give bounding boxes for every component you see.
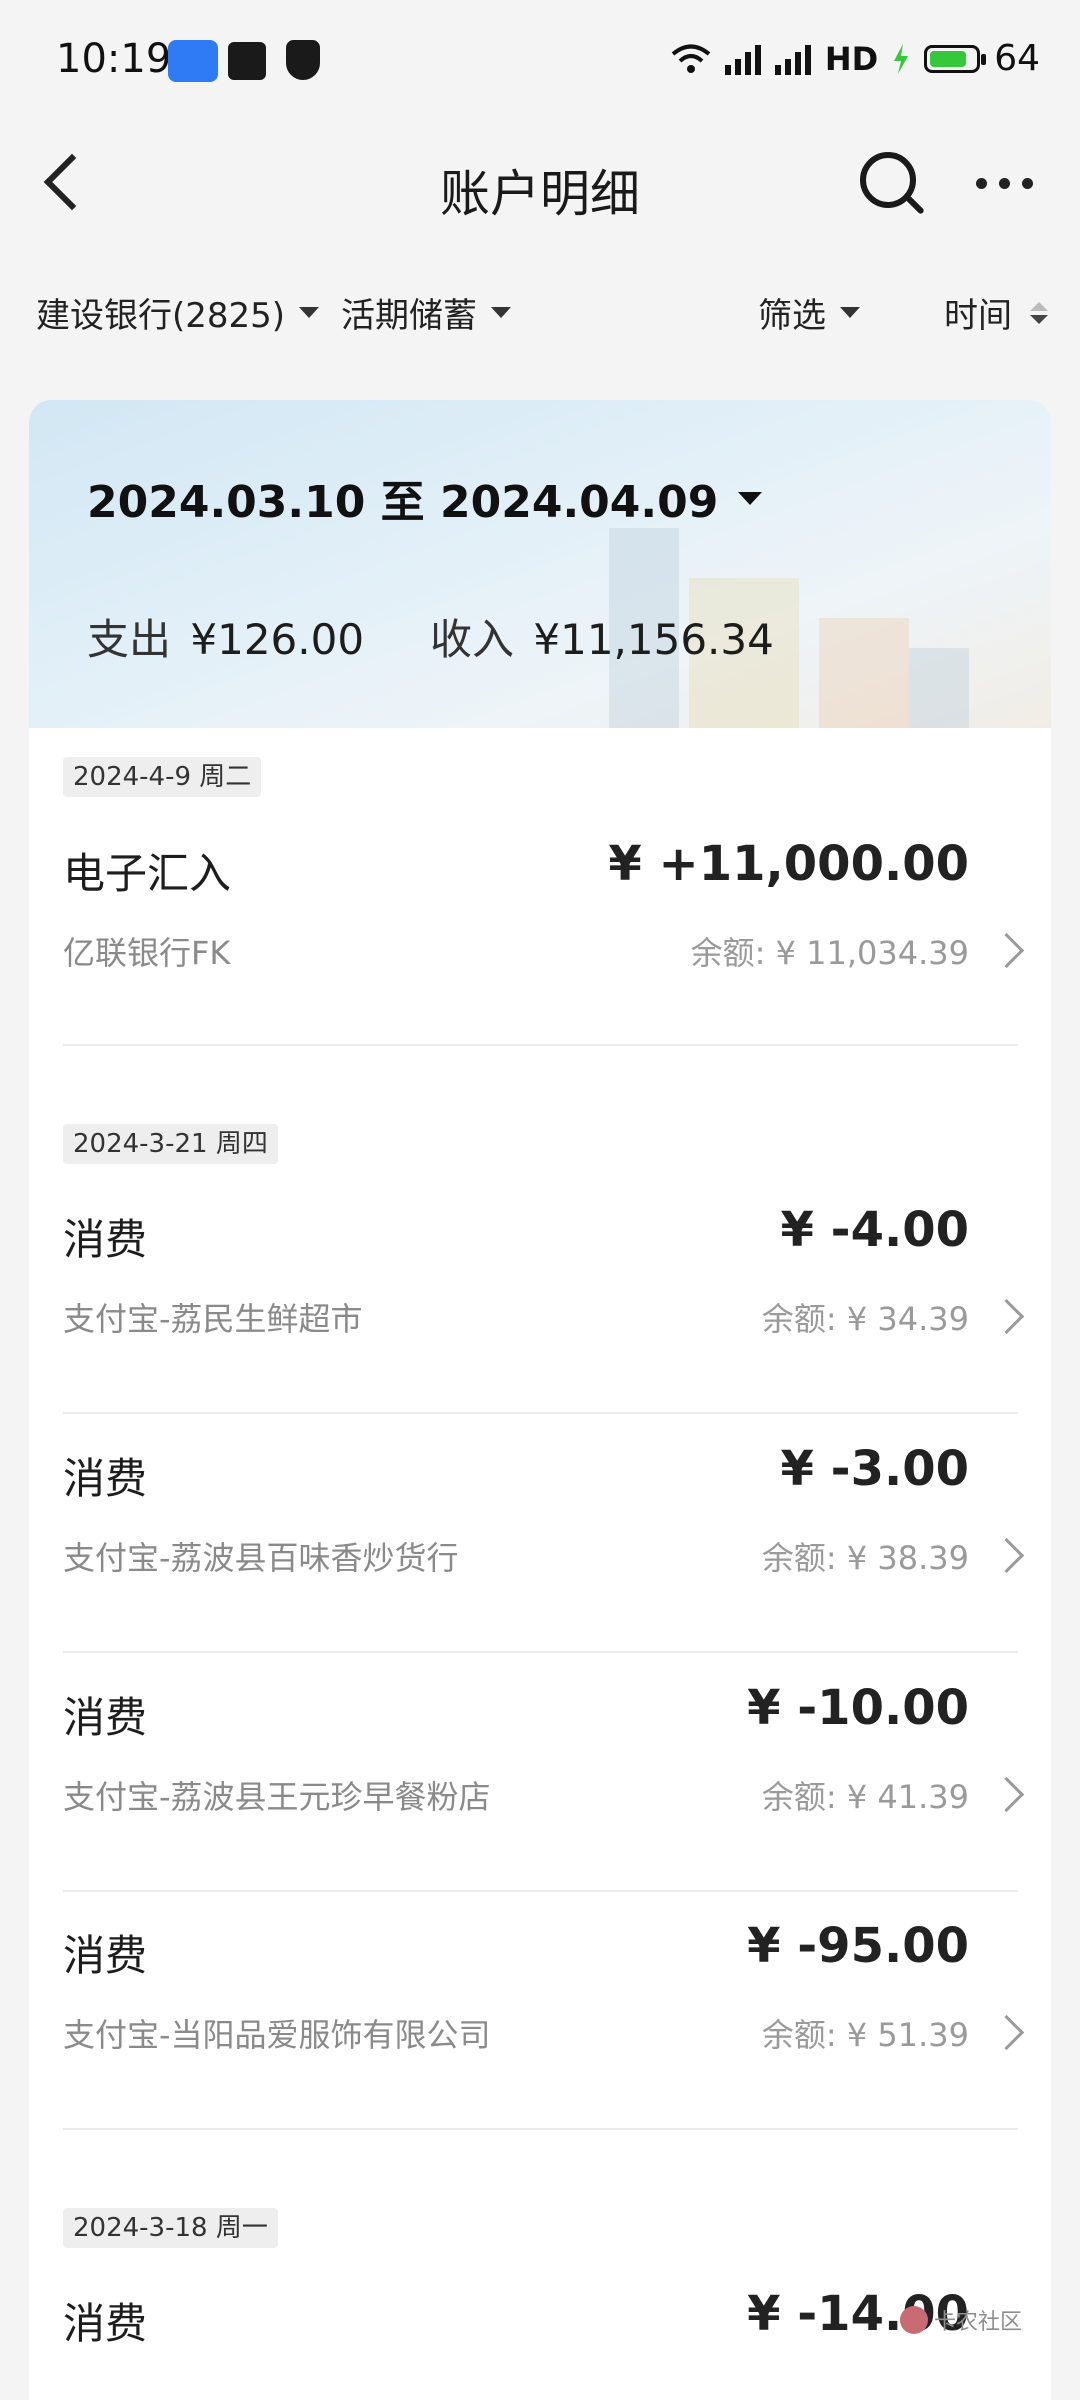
transaction-desc: 亿联银行FK <box>63 934 231 972</box>
watermark: 卡农社区 <box>900 2304 1022 2336</box>
date-chip: 2024-3-18 周一 <box>63 2208 278 2248</box>
transaction-type: 消费 <box>63 1693 148 1742</box>
watermark-logo-icon <box>900 2306 928 2334</box>
transaction-amount: ¥ +11,000.00 <box>608 836 969 892</box>
caret-down-icon <box>299 307 320 318</box>
expense-value: ¥126.00 <box>190 615 365 664</box>
transaction-desc: 支付宝-荔民生鲜超市 <box>63 1300 363 1338</box>
transaction-desc: 支付宝-当阳品爱服饰有限公司 <box>63 2016 491 2054</box>
status-right-group: HD 64 <box>671 38 1040 79</box>
transaction-amount: ¥ -10.00 <box>747 1680 969 1736</box>
chevron-right-icon <box>988 1537 1025 1574</box>
transaction-row[interactable]: 消费 支付宝-当阳品爱服饰有限公司 ¥ -95.00 余额: ¥ 51.39 <box>63 1918 1049 2072</box>
expense-summary: 支出 ¥126.00 <box>87 606 364 667</box>
divider <box>63 2128 1018 2130</box>
sort-icon <box>1030 301 1048 324</box>
transaction-row[interactable]: 消费 支付宝-荔民生鲜超市 ¥ -4.00 余额: ¥ 34.39 <box>63 1202 1049 1356</box>
transaction-balance: 余额: ¥ 51.39 <box>761 2016 969 2054</box>
account-type-label: 活期储蓄 <box>341 296 477 336</box>
caret-down-icon <box>491 307 511 318</box>
status-bar: 10:19 HD 64 <box>0 0 1080 125</box>
summary-banner: 2024.03.10 至 2024.04.09 支出 ¥126.00 收入 ¥1… <box>29 400 1051 728</box>
watermark-text: 卡农社区 <box>934 2310 1023 2335</box>
date-range-text: 2024.03.10 至 2024.04.09 <box>87 477 719 528</box>
divider <box>63 1651 1018 1653</box>
account-dropdown[interactable]: 建设银行(2825) <box>36 288 320 337</box>
divider <box>63 1044 1018 1046</box>
transaction-type: 消费 <box>63 1931 148 1980</box>
transaction-type: 电子汇入 <box>63 849 232 898</box>
transaction-balance: 余额: ¥ 34.39 <box>761 1300 969 1338</box>
transaction-desc: 支付宝-荔波县百味香炒货行 <box>63 1539 459 1577</box>
sort-label: 时间 <box>944 296 1012 336</box>
transaction-balance: 余额: ¥ 38.39 <box>761 1539 969 1577</box>
search-icon[interactable] <box>860 152 916 208</box>
income-summary: 收入 ¥11,156.34 <box>430 606 774 667</box>
signal-5g-icon <box>774 43 811 75</box>
location-app-icon <box>168 40 218 82</box>
chevron-right-icon <box>988 1298 1025 1335</box>
alipay-icon <box>228 42 266 80</box>
account-type-dropdown[interactable]: 活期储蓄 <box>341 288 511 337</box>
sort-time-toggle[interactable]: 时间 <box>944 288 1048 337</box>
top-nav: 账户明细 <box>0 140 1080 240</box>
transaction-balance: 余额: ¥ 11,034.39 <box>690 934 969 972</box>
battery-level: 64 <box>994 38 1040 79</box>
transaction-amount: ¥ -95.00 <box>747 1918 969 1974</box>
chevron-right-icon <box>988 2014 1025 2051</box>
transaction-row[interactable]: 消费 支付宝-荔波县百味香炒货行 ¥ -3.00 余额: ¥ 38.39 <box>63 1441 1049 1595</box>
date-range-selector[interactable]: 2024.03.10 至 2024.04.09 <box>87 466 763 530</box>
shield-yuan-icon <box>286 40 320 80</box>
page-title: 账户明细 <box>440 165 640 223</box>
caret-down-icon <box>738 491 763 505</box>
income-value: ¥11,156.34 <box>533 615 774 664</box>
date-chip: 2024-3-21 周四 <box>63 1124 278 1164</box>
account-label: 建设银行(2825) <box>36 296 286 336</box>
transaction-type: 消费 <box>63 1454 148 1503</box>
filter-dropdown[interactable]: 筛选 <box>758 288 860 337</box>
expense-label: 支出 <box>87 615 172 664</box>
transactions-card: 2024.03.10 至 2024.04.09 支出 ¥126.00 收入 ¥1… <box>29 400 1051 2400</box>
transaction-amount: ¥ -4.00 <box>780 1202 969 1258</box>
transaction-amount: ¥ -3.00 <box>780 1441 969 1497</box>
transaction-desc: 支付宝-荔波县王元珍早餐粉店 <box>63 1778 491 1816</box>
transaction-row[interactable]: 电子汇入 亿联银行FK ¥ +11,000.00 余额: ¥ 11,034.39 <box>63 836 1049 990</box>
transaction-balance: 余额: ¥ 41.39 <box>761 1778 969 1816</box>
chevron-right-icon <box>988 1776 1025 1813</box>
transaction-type: 消费 <box>63 2299 148 2348</box>
divider <box>63 1890 1018 1892</box>
charging-icon <box>894 43 909 74</box>
caret-down-icon <box>840 307 860 318</box>
transaction-row[interactable]: 消费 支付宝-荔波县王元珍早餐粉店 ¥ -10.00 余额: ¥ 41.39 <box>63 1680 1049 1834</box>
income-label: 收入 <box>430 615 515 664</box>
signal-5g-icon <box>724 43 761 75</box>
chevron-right-icon <box>988 932 1025 969</box>
wifi-icon <box>671 44 711 73</box>
date-chip: 2024-4-9 周二 <box>63 757 262 797</box>
filter-label: 筛选 <box>758 296 826 336</box>
battery-icon <box>924 44 987 73</box>
divider <box>63 1412 1018 1414</box>
status-time: 10:19 <box>56 36 172 82</box>
more-horizontal-icon[interactable] <box>976 178 1033 189</box>
hd-icon: HD <box>824 39 879 78</box>
transaction-type: 消费 <box>63 1215 148 1264</box>
filter-bar: 建设银行(2825) 活期储蓄 筛选 时间 <box>0 282 1080 342</box>
